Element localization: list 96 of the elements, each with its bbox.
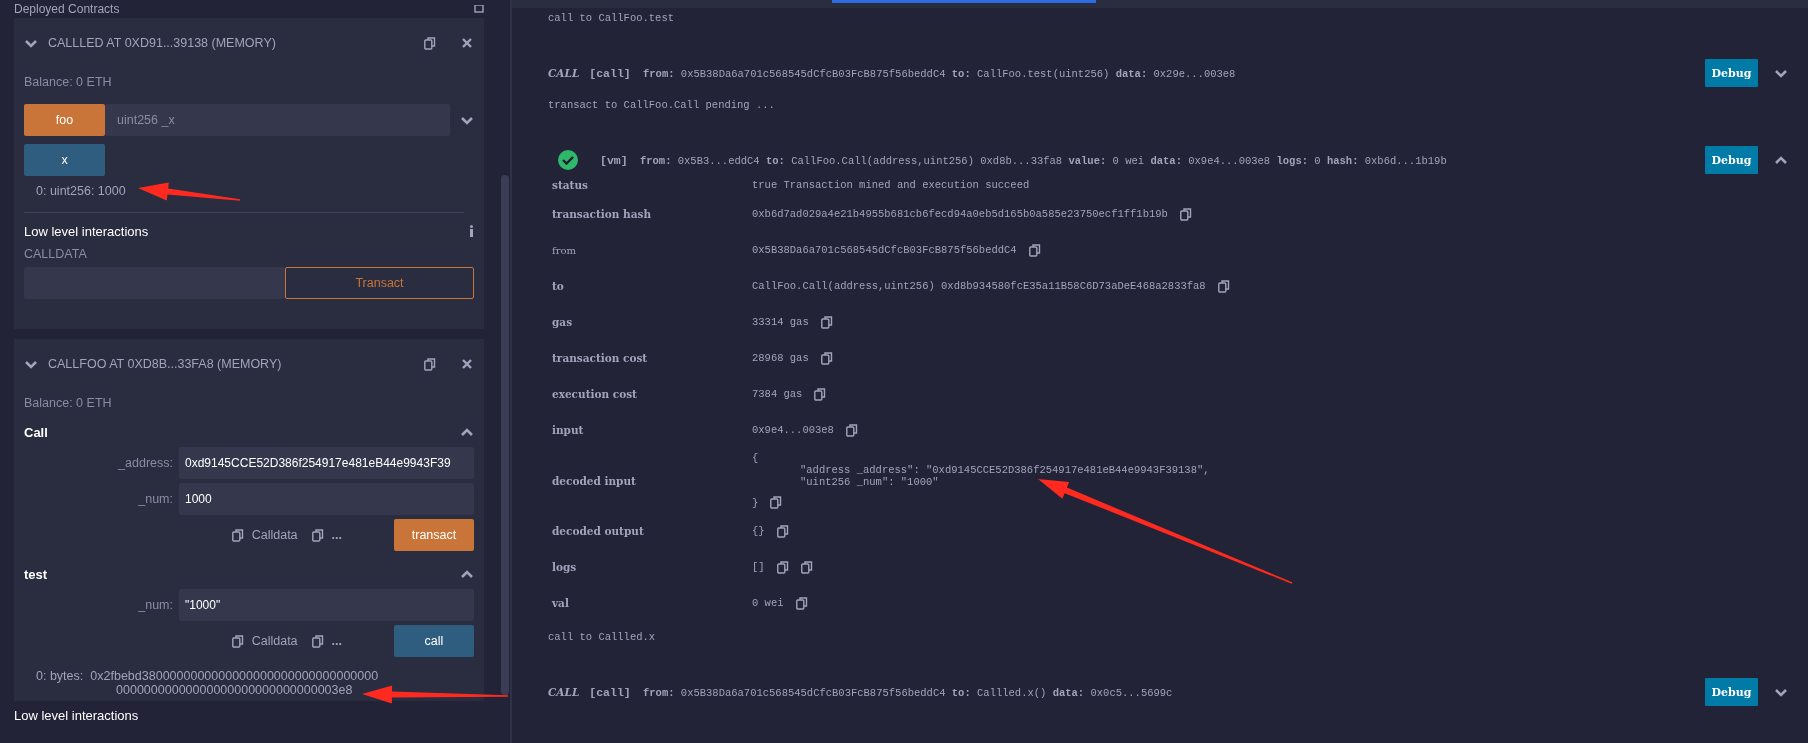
parameter-field[interactable]: "1000" [179,589,474,621]
log-message: transact to CallFoo.Call pending ... [548,99,775,111]
copy-icon[interactable] [424,36,436,50]
detail-value: true Transaction mined and execution succeed [752,179,1030,191]
parameter-field[interactable]: 1000 [179,483,474,515]
chevron-up-icon[interactable] [460,569,474,579]
chevron-down-icon[interactable] [24,359,38,369]
detail-value: 28968 gas [752,352,809,364]
chevron-up-icon[interactable] [1774,155,1788,165]
call-result: 0: uint256: 1000 [35,183,126,200]
section-title: Low level interactions [24,223,149,239]
calldata-link[interactable]: Calldata [251,528,298,542]
argument-field[interactable]: uint256 _x [105,104,450,136]
transaction-summary[interactable]: [vm] from: 0x5B3...eddC4 to: CallFoo.Call(address,uint256) 0xd8b...33fa8 value: 0 wei data: 0x9e4...003e8 logs: 0 hash: 0xb6d...1b19b [600,153,1691,167]
copy-icon[interactable] [770,496,783,509]
function-button[interactable]: foo [24,104,105,136]
transaction-summary[interactable]: CALL [call] from: 0x5B38Da6a701c568545dCfcB03FcB875f56beddC4 to: Callled.x() data: 0x0c5...5699c [548,685,1691,699]
log-message: call to CallFoo.test [548,12,675,24]
balance-text: Balance: 0 ETH [24,395,113,412]
detail-key: transaction hash [548,208,752,220]
chevron-down-icon[interactable] [1774,68,1788,78]
debug-button[interactable]: Debug [1705,678,1758,706]
debug-button[interactable]: Debug [1705,146,1758,174]
detail-key: input [548,424,752,436]
chevron-down-icon[interactable] [1774,687,1788,697]
transact-button[interactable]: Transact [285,267,474,299]
chevron-up-icon[interactable] [460,427,474,437]
close-icon[interactable] [462,359,472,369]
chevron-down-icon[interactable] [24,38,38,48]
parameter-field[interactable]: 0xd9145CCE52D386f254917e481eB44e9943F39 [179,447,474,479]
detail-key: decoded output [548,525,752,537]
scrollbar-thumb[interactable] [501,175,509,695]
calldata-field[interactable] [24,267,285,299]
function-name: test [24,566,48,582]
detail-key: logs [548,561,752,573]
detail-value: 0x9e4...003e8 [752,424,834,436]
contract-title[interactable]: CALLFOO AT 0XD8B...33FA8 (MEMORY) [48,357,414,371]
detail-key: to [548,280,752,292]
transact-button[interactable]: transact [394,519,474,551]
function-name: Call [24,424,48,440]
json-line: "address _address": "0xd9145CCE52D386f254917e481eB44e9943F39138", [799,464,1210,476]
copy-icon[interactable] [814,387,827,401]
copy-icon[interactable] [1179,207,1192,221]
copy-icon[interactable] [1217,279,1230,293]
copy-icon[interactable] [311,634,324,648]
close-icon[interactable] [462,38,472,48]
copy-icon[interactable] [820,315,833,329]
panel-title: Deployed Contracts [14,2,120,16]
debug-button[interactable]: Debug [1705,59,1758,87]
detail-key: status [548,179,752,191]
output-value: 0x2fbebd380000000000000000000000000000000000000000000000000000000000000003e8 [89,669,380,697]
parameter-label: _address: [117,456,174,470]
copy-icon[interactable] [311,528,324,542]
copy-icon[interactable] [231,634,244,648]
json-brace: } [752,496,759,509]
calldata-link[interactable]: Calldata [251,634,298,648]
copy-icon[interactable] [231,528,244,542]
detail-value: 0x5B38Da6a701c568545dCfcB03FcB875f56beddC4 [752,244,1017,256]
calldata-label: CALLDATA [24,247,88,261]
call-button[interactable]: call [394,625,474,657]
chevron-down-icon[interactable] [460,115,474,125]
detail-key: transaction cost [548,352,752,364]
parameter-label: _num: [137,598,174,612]
info-icon[interactable] [469,225,474,237]
detail-value: 0xb6d7ad029a4e21b4955b681cb6fecd94a0eb5d165b0a585e23750ecf1ff1b19b [752,208,1168,220]
detail-value: 0 wei [752,597,784,609]
detail-key: val [548,597,752,609]
copy-icon[interactable] [424,357,436,371]
detail-key: gas [548,316,752,328]
transaction-summary[interactable]: CALL [call] from: 0x5B38Da6a701c568545dCfcB03FcB875f56beddC4 to: CallFoo.test(uint256) data: 0x29e...003e8 [548,66,1691,80]
parameter-label: _num: [137,492,174,506]
detail-key: from [548,244,752,256]
copy-icon[interactable] [795,596,808,610]
json-brace: { [752,452,760,464]
function-button[interactable]: x [24,144,105,176]
contract-title[interactable]: CALLLED AT 0XD91...39138 (MEMORY) [48,36,414,50]
more-link[interactable]: ... [331,528,342,542]
json-line: "uint256 _num": "1000" [799,476,940,488]
balance-text: Balance: 0 ETH [24,74,113,91]
detail-value: 33314 gas [752,316,809,328]
detail-value: 7384 gas [752,388,803,400]
section-title: Low level interactions [14,707,139,723]
copy-icon[interactable] [845,423,858,437]
copy-icon[interactable] [1028,243,1041,257]
detail-value: CallFoo.Call(address,uint256) 0xd8b934580fcE35a11B58C6D73aDeE468a2833fa8 [752,280,1206,292]
detail-value: {} [752,525,765,537]
copy-icon[interactable] [776,560,789,574]
copy-icon[interactable] [776,524,789,538]
more-link[interactable]: ... [331,634,342,648]
detail-value: [] [752,561,765,573]
log-message: call to Callled.x [548,631,656,643]
copy-icon[interactable] [800,560,813,574]
output-label: 0: bytes: [36,669,84,685]
detail-key: execution cost [548,388,752,400]
copy-icon[interactable] [820,351,833,365]
detail-key: decoded input [548,474,752,487]
